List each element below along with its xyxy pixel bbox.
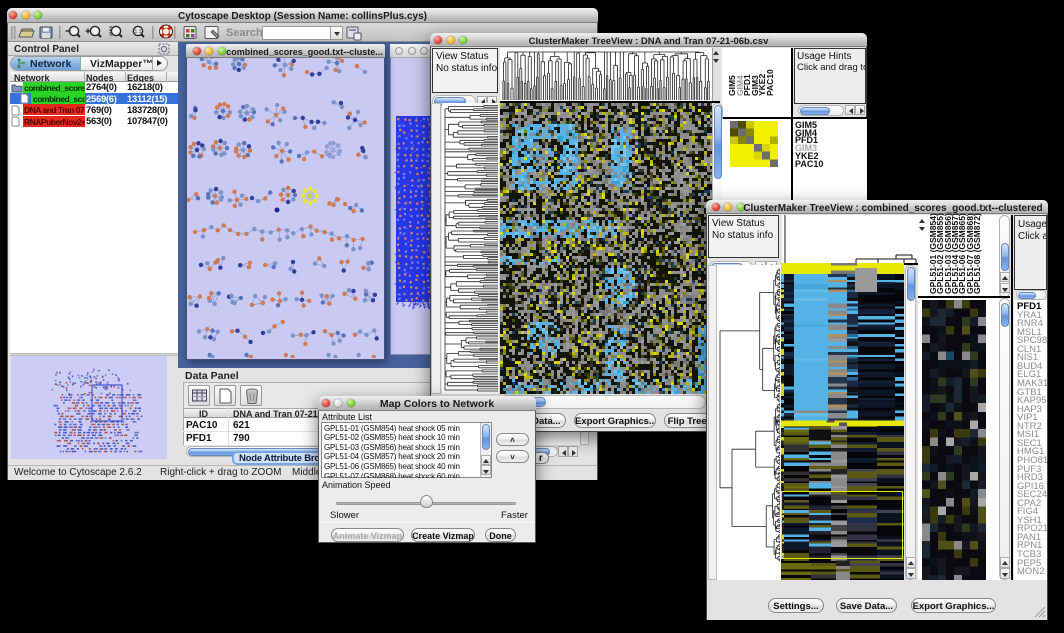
svg-text:1:1: 1:1 (135, 29, 142, 35)
